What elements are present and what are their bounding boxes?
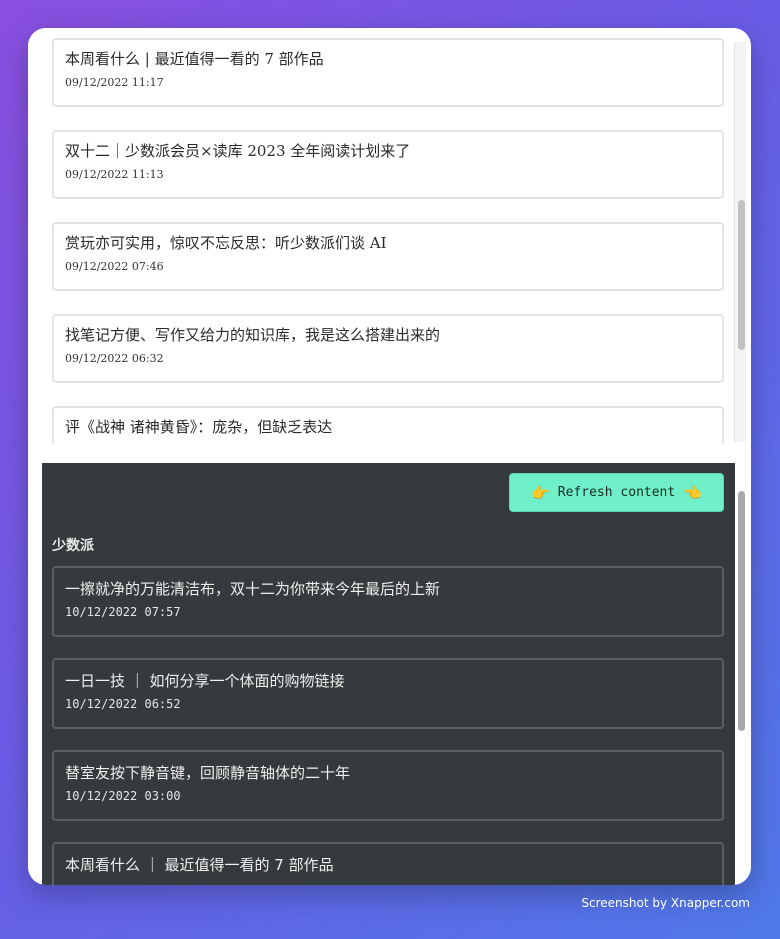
dark-scrollbar-thumb[interactable] — [738, 491, 745, 731]
article-title: 评《战神 诸神黄昏》：庞杂，但缺乏表达 — [65, 418, 333, 436]
light-scrollbar[interactable] — [734, 42, 746, 442]
list-item[interactable]: 本周看什么 | 最近值得一看的 7 部作品 09/12/2022 11:17 — [52, 38, 724, 107]
article-time: 09/12/2022 07:46 — [65, 260, 164, 273]
article-time: 09/12/2022 11:17 — [65, 76, 164, 89]
dark-article-list: 一擦就净的万能清洁布，双十二为你带来今年最后的上新 10/12/2022 07:… — [52, 566, 724, 885]
article-title: 赏玩亦可实用，惊叹不忘反思：听少数派们谈 AI — [65, 234, 387, 252]
light-article-list: 本周看什么 | 最近值得一看的 7 部作品 09/12/2022 11:17 双… — [52, 38, 724, 443]
list-item[interactable]: 评《战神 诸神黄昏》：庞杂，但缺乏表达 — [52, 406, 724, 443]
dark-preview-pane: 👉 Refresh content 👈 少数派 一擦就净的万能清洁布，双十二为你… — [42, 463, 735, 885]
refresh-content-button[interactable]: 👉 Refresh content 👈 — [509, 473, 724, 512]
article-title: 本周看什么 ｜ 最近值得一看的 7 部作品 — [65, 856, 334, 874]
article-time: 10/12/2022 03:00 — [65, 789, 181, 803]
article-time: 09/12/2022 11:13 — [65, 168, 164, 181]
article-time: 09/12/2022 06:32 — [65, 352, 164, 365]
list-item[interactable]: 一擦就净的万能清洁布，双十二为你带来今年最后的上新 10/12/2022 07:… — [52, 566, 724, 637]
list-item[interactable]: 赏玩亦可实用，惊叹不忘反思：听少数派们谈 AI 09/12/2022 07:46 — [52, 222, 724, 291]
list-item[interactable]: 一日一技 ｜ 如何分享一个体面的购物链接 10/12/2022 06:52 — [52, 658, 724, 729]
article-title: 一日一技 ｜ 如何分享一个体面的购物链接 — [65, 672, 345, 690]
article-title: 双十二｜少数派会员×读库 2023 全年阅读计划来了 — [65, 142, 411, 160]
light-preview-pane: 本周看什么 | 最近值得一看的 7 部作品 09/12/2022 11:17 双… — [28, 28, 751, 443]
list-item[interactable]: 替室友按下静音键，回顾静音轴体的二十年 10/12/2022 03:00 — [52, 750, 724, 821]
refresh-button-label: Refresh content — [557, 485, 676, 500]
app-window: 本周看什么 | 最近值得一看的 7 部作品 09/12/2022 11:17 双… — [28, 28, 751, 885]
article-title: 找笔记方便、写作又给力的知识库，我是这么搭建出来的 — [65, 326, 441, 344]
section-title: 少数派 — [52, 538, 94, 554]
article-title: 一擦就净的万能清洁布，双十二为你带来今年最后的上新 — [65, 580, 441, 598]
list-item[interactable]: 找笔记方便、写作又给力的知识库，我是这么搭建出来的 09/12/2022 06:… — [52, 314, 724, 383]
pointing-left-hand-icon: 👈 — [683, 483, 702, 502]
light-scrollbar-thumb[interactable] — [738, 200, 745, 350]
article-time: 10/12/2022 06:52 — [65, 697, 181, 711]
list-item[interactable]: 双十二｜少数派会员×读库 2023 全年阅读计划来了 09/12/2022 11… — [52, 130, 724, 199]
list-item[interactable]: 本周看什么 ｜ 最近值得一看的 7 部作品 — [52, 842, 724, 885]
pointing-right-hand-icon: 👉 — [531, 483, 550, 502]
article-time: 10/12/2022 07:57 — [65, 605, 181, 619]
article-title: 替室友按下静音键，回顾静音轴体的二十年 — [65, 764, 351, 782]
article-title: 本周看什么 | 最近值得一看的 7 部作品 — [65, 50, 324, 68]
screenshot-credit: Screenshot by Xnapper.com — [581, 896, 750, 910]
